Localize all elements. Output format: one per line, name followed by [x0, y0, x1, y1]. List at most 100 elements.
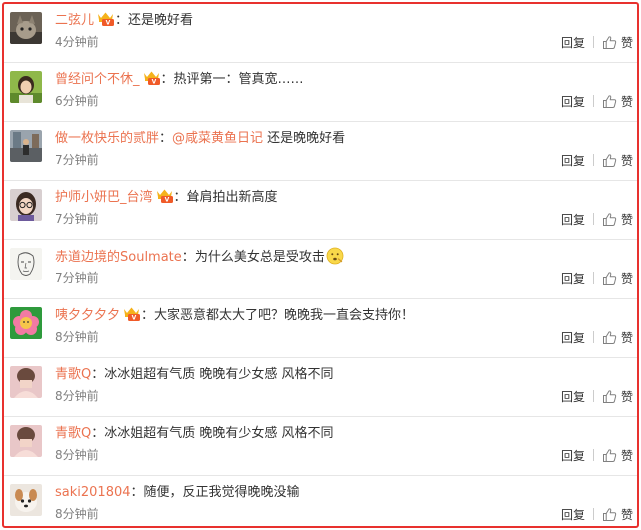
- reply-button[interactable]: 回复: [561, 447, 585, 464]
- comment-timestamp: 8分钟前: [55, 330, 99, 344]
- comment-text: 随便，反正我觉得晚晚没输: [143, 485, 300, 500]
- flower-cartoon-avatar[interactable]: [10, 307, 42, 339]
- comment-actions: 回复 赞: [561, 92, 633, 110]
- action-divider: [592, 36, 594, 48]
- dog-photo-avatar[interactable]: [10, 484, 42, 516]
- comment-text: 还是晚好看: [128, 13, 194, 28]
- reply-button[interactable]: 回复: [561, 152, 585, 169]
- comment-username-link[interactable]: 二弦儿: [55, 13, 94, 28]
- action-divider: [592, 272, 594, 284]
- girl-glasses-photo-avatar[interactable]: [10, 189, 42, 221]
- comment-username-link[interactable]: 青歌Q: [55, 426, 91, 441]
- comment-list-panel: 二弦儿 V ：还是晚好看 4分钟前 回复赞曾经问个不休_ V ：热评第一：管真宽…… 6分钟前…: [2, 2, 639, 528]
- action-divider: [592, 449, 594, 461]
- comment-text: 为什么美女总是受攻击: [194, 250, 325, 265]
- thinking-emoji-icon: [326, 247, 344, 265]
- svg-text:V: V: [151, 79, 156, 85]
- like-button[interactable]: 赞: [621, 388, 633, 405]
- comment-timestamp: 7分钟前: [55, 271, 99, 285]
- like-button[interactable]: 赞: [621, 506, 633, 523]
- svg-text:V: V: [132, 315, 137, 321]
- comment-text: 热评第一：管真宽……: [173, 72, 304, 87]
- comment-actions: 回复 赞: [561, 269, 633, 287]
- like-button[interactable]: 赞: [621, 211, 633, 228]
- comment-text: 冰冰姐超有气质 晚晚有少女感 风格不同: [104, 367, 334, 382]
- thumbs-up-icon[interactable]: [602, 448, 617, 463]
- reply-button[interactable]: 回复: [561, 388, 585, 405]
- comment-username-link[interactable]: 做一枚快乐的贰胖: [55, 131, 159, 146]
- comment-text: 耸肩拍出新高度: [186, 190, 278, 205]
- comment-username-link[interactable]: saki201804: [55, 485, 131, 500]
- comment-item: 护师小妍巴_台湾 V ：耸肩拍出新高度 7分钟前 回复 赞: [4, 181, 637, 240]
- comment-line: 青歌Q：冰冰姐超有气质 晚晚有少女感 风格不同: [55, 365, 627, 385]
- comment-line: 赤道边境的Soulmate：为什么美女总是受攻击: [55, 247, 627, 267]
- comment-actions: 回复 赞: [561, 446, 633, 464]
- vip-badge-icon: V: [142, 70, 161, 85]
- svg-text:V: V: [106, 20, 111, 26]
- reply-button[interactable]: 回复: [561, 34, 585, 51]
- svg-text:V: V: [164, 197, 169, 203]
- like-button[interactable]: 赞: [621, 270, 633, 287]
- thumbs-up-icon[interactable]: [602, 35, 617, 50]
- like-button[interactable]: 赞: [621, 329, 633, 346]
- comment-line: 做一枚快乐的贰胖：@咸菜黄鱼日记 还是晚晚好看: [55, 129, 627, 149]
- reply-button[interactable]: 回复: [561, 270, 585, 287]
- comment-username-link[interactable]: 赤道边境的Soulmate: [55, 250, 182, 265]
- comment-actions: 回复 赞: [561, 210, 633, 228]
- comment-colon: ：: [130, 485, 144, 500]
- comment-username-link[interactable]: 曾经问个不休_: [55, 72, 140, 87]
- comment-timestamp: 7分钟前: [55, 153, 99, 167]
- comment-colon: ：: [115, 13, 129, 28]
- comment-line: 曾经问个不休_ V ：热评第一：管真宽……: [55, 70, 627, 90]
- comment-line: saki201804：随便，反正我觉得晚晚没输: [55, 483, 627, 503]
- action-divider: [592, 508, 594, 520]
- comment-actions: 回复 赞: [561, 328, 633, 346]
- thumbs-up-icon[interactable]: [602, 94, 617, 109]
- reply-button[interactable]: 回复: [561, 93, 585, 110]
- comment-username-link[interactable]: 咦夕夕夕夕: [55, 308, 120, 323]
- sketch-face-avatar[interactable]: [10, 248, 42, 280]
- reply-button[interactable]: 回复: [561, 329, 585, 346]
- thumbs-up-icon[interactable]: [602, 271, 617, 286]
- comment-actions: 回复 赞: [561, 505, 633, 523]
- comment-timestamp: 8分钟前: [55, 389, 99, 403]
- like-button[interactable]: 赞: [621, 93, 633, 110]
- comment-timestamp: 4分钟前: [55, 35, 99, 49]
- comment-item: 青歌Q：冰冰姐超有气质 晚晚有少女感 风格不同 8分钟前 回复 赞: [4, 417, 637, 476]
- thumbs-up-icon[interactable]: [602, 153, 617, 168]
- comment-actions: 回复 赞: [561, 387, 633, 405]
- girl-green-photo-avatar[interactable]: [10, 71, 42, 103]
- comment-text: 大家恶意都太大了吧？晚晚我一直会支持你！: [154, 308, 415, 323]
- comment-item: 赤道边境的Soulmate：为什么美女总是受攻击 7分钟前 回复 赞: [4, 240, 637, 299]
- like-button[interactable]: 赞: [621, 447, 633, 464]
- thumbs-up-icon[interactable]: [602, 212, 617, 227]
- pink-photo-avatar[interactable]: [10, 366, 42, 398]
- comment-line: 护师小妍巴_台湾 V ：耸肩拍出新高度: [55, 188, 627, 208]
- action-divider: [592, 331, 594, 343]
- comment-item: 二弦儿 V ：还是晚好看 4分钟前 回复 赞: [4, 4, 637, 63]
- action-divider: [592, 390, 594, 402]
- comment-timestamp: 6分钟前: [55, 94, 99, 108]
- comment-colon: ：: [181, 250, 195, 265]
- street-photo-avatar[interactable]: [10, 130, 42, 162]
- thumbs-up-icon[interactable]: [602, 507, 617, 522]
- comment-username-link[interactable]: 青歌Q: [55, 367, 91, 382]
- comment-colon: ：: [91, 426, 105, 441]
- comment-colon: ：: [141, 308, 155, 323]
- vip-badge-icon: V: [122, 306, 141, 321]
- like-button[interactable]: 赞: [621, 152, 633, 169]
- reply-button[interactable]: 回复: [561, 211, 585, 228]
- comment-colon: ：: [91, 367, 105, 382]
- thumbs-up-icon[interactable]: [602, 330, 617, 345]
- comment-line: 二弦儿 V ：还是晚好看: [55, 11, 627, 31]
- comment-mention-link[interactable]: @咸菜黄鱼日记: [172, 131, 263, 146]
- cat-photo-avatar[interactable]: [10, 12, 42, 44]
- comment-item: 曾经问个不休_ V ：热评第一：管真宽…… 6分钟前 回复 赞: [4, 63, 637, 122]
- action-divider: [592, 213, 594, 225]
- like-button[interactable]: 赞: [621, 34, 633, 51]
- pink-photo-avatar[interactable]: [10, 425, 42, 457]
- thumbs-up-icon[interactable]: [602, 389, 617, 404]
- reply-button[interactable]: 回复: [561, 506, 585, 523]
- comment-item: 青歌Q：冰冰姐超有气质 晚晚有少女感 风格不同 8分钟前 回复 赞: [4, 358, 637, 417]
- comment-username-link[interactable]: 护师小妍巴_台湾: [55, 190, 153, 205]
